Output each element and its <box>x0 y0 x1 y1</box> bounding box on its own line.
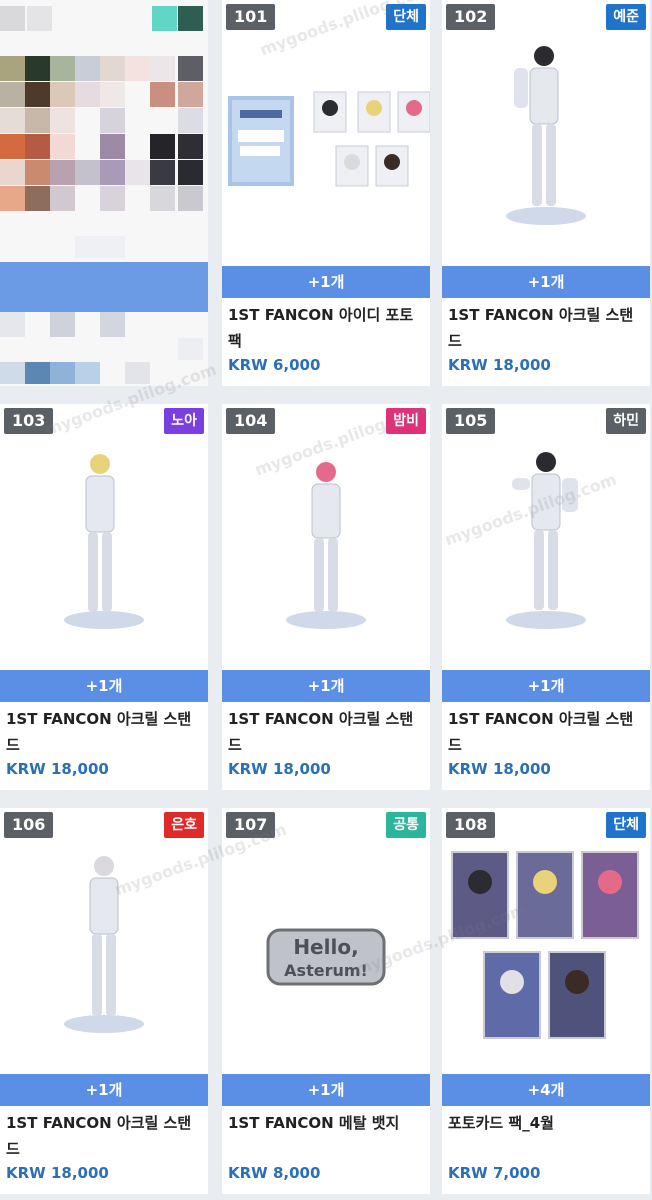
item-number: 106 <box>4 812 54 838</box>
product-title: 1ST FANCON 아크릴 스탠드 <box>448 710 634 754</box>
product-title: 포토카드 팩_4월 <box>448 1114 554 1132</box>
product-image-acrylic-stand <box>442 34 650 266</box>
product-title: 1ST FANCON 아크릴 스탠드 <box>448 306 634 350</box>
quantity-button[interactable]: +1개 <box>222 670 430 702</box>
product-price: KRW 18,000 <box>448 356 551 374</box>
item-number: 101 <box>226 4 276 30</box>
item-number: 102 <box>446 4 496 30</box>
product-grid: 101 단체 +1개 1ST FANCON 아이디 포토팩 KRW 6,000 … <box>0 0 652 1200</box>
quantity-button[interactable]: +1개 <box>222 266 430 298</box>
product-card-104[interactable]: 104 밤비 +1개 1ST FANCON 아크릴 스탠드 KRW 18,000 <box>222 404 430 790</box>
product-price: KRW 8,000 <box>228 1164 321 1182</box>
product-card-106[interactable]: 106 은호 +1개 1ST FANCON 아크릴 스탠드 KRW 18,000 <box>0 808 208 1194</box>
item-number: 108 <box>446 812 496 838</box>
blurred-image <box>0 0 208 386</box>
product-card-108[interactable]: 108 단체 +4개 포토카드 팩_4월 KRW 7,000 <box>442 808 650 1194</box>
product-price: KRW 18,000 <box>228 760 331 778</box>
product-image-acrylic-stand <box>442 438 650 670</box>
product-image-photocard-pack <box>442 842 650 1074</box>
item-number: 107 <box>226 812 276 838</box>
product-card-107[interactable]: 107 공통 Hello, Asterum! +1개 1ST FANCON 메탈… <box>222 808 430 1194</box>
quantity-button[interactable]: +1개 <box>442 670 650 702</box>
quantity-button[interactable]: +1개 <box>0 670 208 702</box>
product-image-acrylic-stand <box>222 438 430 670</box>
item-number: 103 <box>4 408 54 434</box>
product-card-102[interactable]: 102 예준 +1개 1ST FANCON 아크릴 스탠드 KRW 18,000 <box>442 0 650 386</box>
product-image-acrylic-stand <box>0 438 208 670</box>
product-title: 1ST FANCON 아이디 포토팩 <box>228 306 414 350</box>
product-card-105[interactable]: 105 하민 +1개 1ST FANCON 아크릴 스탠드 KRW 18,000 <box>442 404 650 790</box>
product-price: KRW 18,000 <box>448 760 551 778</box>
quantity-button[interactable]: +1개 <box>442 266 650 298</box>
product-card-103[interactable]: 103 노아 +1개 1ST FANCON 아크릴 스탠드 KRW 18,000 <box>0 404 208 790</box>
product-price: KRW 7,000 <box>448 1164 541 1182</box>
member-tag: 은호 <box>164 812 204 838</box>
badge-text-1: Hello, <box>293 935 358 959</box>
quantity-button[interactable]: +1개 <box>222 1074 430 1106</box>
item-number: 105 <box>446 408 496 434</box>
product-image-acrylic-stand <box>0 842 208 1074</box>
product-image-metal-badge: Hello, Asterum! <box>222 842 430 1074</box>
quantity-button[interactable]: +4개 <box>442 1074 650 1106</box>
product-title: 1ST FANCON 메탈 뱃지 <box>228 1114 400 1132</box>
member-tag: 하민 <box>606 408 646 434</box>
member-tag: 단체 <box>386 4 426 30</box>
product-card-101[interactable]: 101 단체 +1개 1ST FANCON 아이디 포토팩 KRW 6,000 <box>222 0 430 386</box>
member-tag: 예준 <box>606 4 646 30</box>
member-tag: 밤비 <box>386 408 426 434</box>
member-tag: 공통 <box>386 812 426 838</box>
item-number: 104 <box>226 408 276 434</box>
badge-text-2: Asterum! <box>284 961 368 980</box>
product-title: 1ST FANCON 아크릴 스탠드 <box>6 1114 192 1158</box>
quantity-button[interactable]: +1개 <box>0 1074 208 1106</box>
member-tag: 노아 <box>164 408 204 434</box>
product-title: 1ST FANCON 아크릴 스탠드 <box>228 710 414 754</box>
product-price: KRW 18,000 <box>6 1164 109 1182</box>
product-image-id-photo-pack <box>222 34 430 266</box>
product-title: 1ST FANCON 아크릴 스탠드 <box>6 710 192 754</box>
product-price: KRW 18,000 <box>6 760 109 778</box>
product-price: KRW 6,000 <box>228 356 321 374</box>
blurred-card[interactable] <box>0 0 208 386</box>
member-tag: 단체 <box>606 812 646 838</box>
